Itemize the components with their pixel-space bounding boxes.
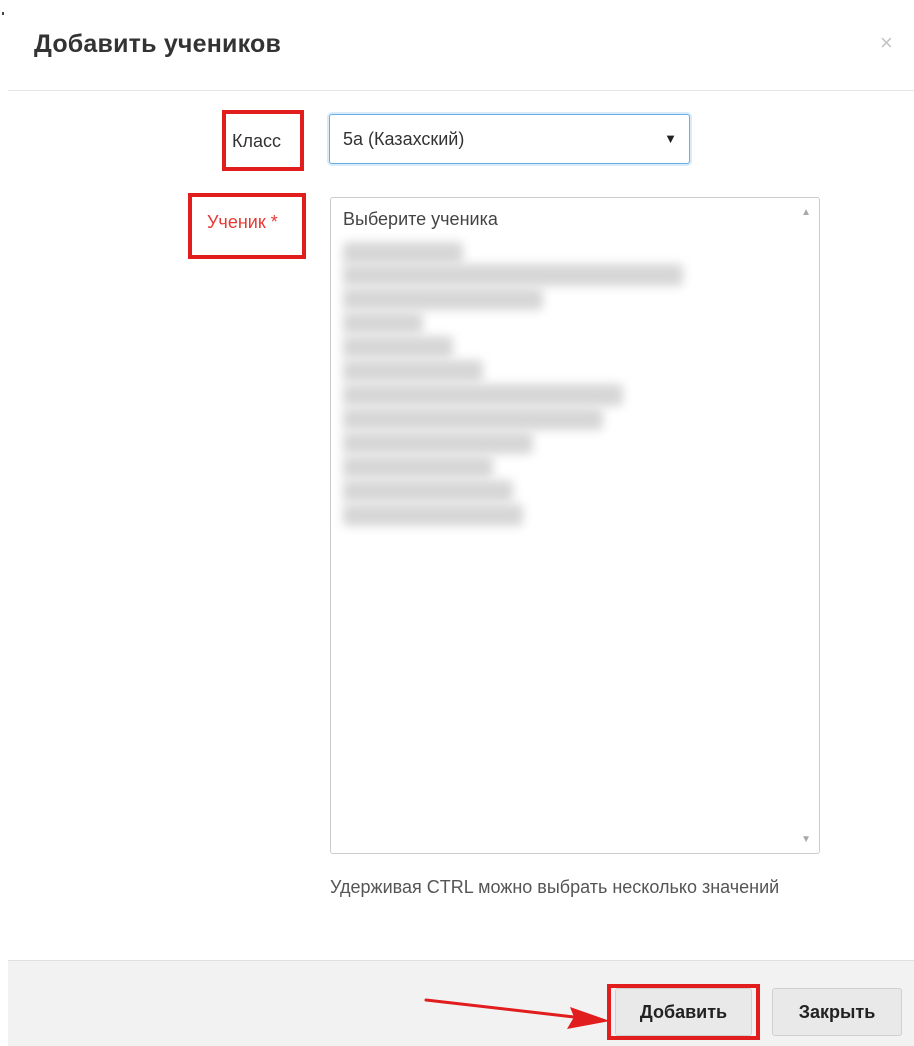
- redacted-student-item: [343, 456, 493, 478]
- chevron-down-icon: ▼: [664, 131, 677, 146]
- class-label-highlight: [222, 110, 304, 171]
- student-multiselect[interactable]: Выберите ученика ▲ ▼: [330, 197, 820, 854]
- redacted-student-item: [343, 504, 523, 526]
- close-icon[interactable]: ×: [880, 32, 893, 54]
- stray-mark: [2, 12, 4, 15]
- redacted-student-item: [343, 336, 453, 358]
- redacted-student-item: [343, 288, 543, 310]
- student-label-highlight: [188, 193, 306, 259]
- scroll-up-icon[interactable]: ▲: [801, 207, 811, 218]
- close-button[interactable]: Закрыть: [772, 988, 902, 1036]
- class-select-value: 5a (Казахский): [343, 129, 465, 149]
- redacted-student-item: [343, 408, 603, 430]
- pointer-arrow-icon: [424, 998, 610, 1029]
- add-button-highlight: [607, 984, 760, 1040]
- redacted-student-item: [343, 264, 683, 286]
- redacted-student-item: [343, 432, 533, 454]
- redacted-student-item: [343, 480, 513, 502]
- scroll-down-icon[interactable]: ▼: [801, 834, 811, 845]
- redacted-student-item: [343, 242, 463, 264]
- redacted-student-item: [343, 360, 483, 382]
- add-students-dialog: Добавить учеников × Класс 5a (Казахский)…: [0, 0, 914, 1046]
- multiselect-hint: Удерживая CTRL можно выбрать несколько з…: [330, 877, 780, 897]
- redacted-student-item: [343, 312, 423, 334]
- class-select[interactable]: 5a (Казахский) ▼: [329, 114, 690, 164]
- header-divider: [8, 90, 914, 91]
- redacted-student-item: [343, 384, 623, 406]
- student-placeholder: Выберите ученика: [343, 209, 498, 229]
- dialog-title: Добавить учеников: [34, 30, 282, 58]
